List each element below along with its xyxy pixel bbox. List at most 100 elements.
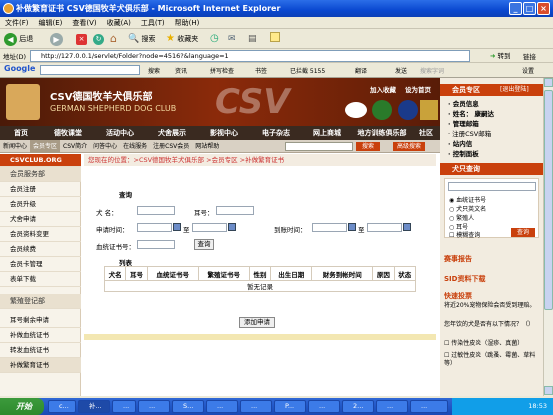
left-item-form-download[interactable]: 表单下载 — [0, 272, 81, 287]
ear-number-input[interactable] — [216, 206, 254, 215]
subnav-member[interactable]: 会员专区 — [30, 140, 61, 153]
go-button[interactable]: ➜ 转到 — [490, 50, 511, 60]
subnav-service[interactable]: 在线服务 — [120, 140, 150, 153]
nav-community[interactable]: 社区 — [412, 126, 440, 140]
subnav-about[interactable]: CSV简介 — [60, 140, 90, 153]
menu-tools[interactable]: 工具(T) — [136, 17, 170, 29]
pedigree-input[interactable] — [137, 240, 175, 249]
taskbar-item[interactable]: S... — [172, 400, 204, 413]
nav-activity[interactable]: 活动中心 — [94, 126, 146, 140]
kennel-name-input[interactable] — [137, 206, 175, 215]
arrive-time-end-input[interactable] — [367, 223, 402, 232]
taskbar-item[interactable]: P... — [274, 400, 306, 413]
calendar-icon[interactable] — [348, 223, 356, 231]
taskbar-item[interactable]: ... — [376, 400, 408, 413]
scroll-down-arrow-icon[interactable] — [544, 386, 553, 395]
subnav-news[interactable]: 新闻中心 — [0, 140, 30, 153]
radio-english-name[interactable]: ○ 犬只英文名 — [449, 204, 486, 213]
forward-button[interactable]: ▶ — [50, 32, 63, 46]
manage-mail-link[interactable]: · 管理邮箱 — [448, 118, 479, 128]
nav-class[interactable]: 德牧课堂 — [42, 126, 94, 140]
advanced-search-button[interactable]: 高级搜索 — [393, 142, 426, 151]
menu-edit[interactable]: 编辑(E) — [34, 17, 68, 29]
taskbar-item[interactable]: c... — [48, 400, 76, 413]
add-favorite-link[interactable]: 加入收藏 — [370, 84, 396, 94]
google-settings-button[interactable]: 设置 — [522, 66, 534, 75]
nav-magazine[interactable]: 电子杂志 — [250, 126, 302, 140]
left-item-upgrade[interactable]: 会员升级 — [0, 197, 81, 212]
taskbar-item[interactable]: ... — [240, 400, 272, 413]
maximize-button[interactable]: □ — [523, 2, 536, 15]
google-spellcheck-button[interactable]: 拼写检查 — [210, 66, 234, 75]
apply-time-start-input[interactable] — [137, 223, 172, 232]
minimize-button[interactable]: _ — [509, 2, 522, 15]
query-button[interactable]: 查询 — [194, 239, 214, 250]
taskbar-item[interactable]: 补... — [78, 400, 110, 413]
home-button[interactable]: ⌂ — [110, 32, 117, 46]
scroll-up-arrow-icon[interactable] — [544, 78, 553, 87]
taskbar-item[interactable]: 2... — [342, 400, 374, 413]
left-item-breeding-reissue[interactable]: 补做繁育证书 — [0, 358, 81, 373]
taskbar-item[interactable]: ... — [410, 400, 448, 413]
history-button[interactable]: ◷ — [210, 32, 219, 46]
calendar-icon[interactable] — [173, 223, 181, 231]
dog-search-input[interactable] — [448, 182, 536, 191]
menu-file[interactable]: 文件(F) — [0, 17, 34, 29]
apply-time-end-input[interactable] — [192, 223, 227, 232]
menu-help[interactable]: 帮助(H) — [170, 17, 205, 29]
nav-kennel[interactable]: 犬舍展示 — [146, 126, 198, 140]
register-mail-link[interactable]: · 注册CSV邮箱 — [448, 128, 491, 138]
add-application-button[interactable]: 添加申请 — [239, 317, 275, 328]
mail-button[interactable]: ✉ — [228, 32, 236, 46]
taskbar-item[interactable]: ... — [308, 400, 340, 413]
set-homepage-link[interactable]: 设为首页 — [405, 84, 431, 94]
subnav-help[interactable]: 网站帮助 — [192, 140, 222, 153]
poll-option-1[interactable]: ☐ 传染性皮炎（湿疹、真菌） — [444, 340, 539, 348]
start-button[interactable]: 开始 — [0, 398, 44, 415]
arrive-time-start-input[interactable] — [312, 223, 347, 232]
edit-button[interactable] — [270, 32, 280, 46]
google-translate-button[interactable]: 翻译 — [355, 66, 367, 75]
stop-button[interactable]: × — [76, 32, 87, 46]
fuzzy-checkbox[interactable]: ☐ 模糊查询 — [449, 230, 480, 239]
nav-home[interactable]: 首页 — [0, 126, 42, 140]
vertical-scrollbar[interactable] — [543, 78, 553, 396]
favorites-button[interactable]: ★ 收藏夹 — [166, 32, 198, 46]
taskbar-item[interactable]: ... — [206, 400, 238, 413]
menu-view[interactable]: 查看(V) — [67, 17, 101, 29]
site-search-input[interactable] — [285, 142, 353, 151]
radio-pedigree[interactable]: ◉ 血统证书号 — [449, 195, 486, 204]
dog-search-button[interactable]: 查询 — [511, 228, 535, 237]
print-button[interactable]: ▤ — [248, 32, 257, 46]
left-item-pedigree-reissue[interactable]: 补做血统证书 — [0, 328, 81, 343]
nav-shop[interactable]: 网上商城 — [302, 126, 352, 140]
subnav-register[interactable]: 注册CSV会员 — [150, 140, 192, 153]
links-label[interactable]: 链接 — [523, 51, 536, 61]
google-news-button[interactable]: 资讯 — [175, 66, 187, 75]
site-search-button[interactable]: 搜索 — [356, 142, 381, 151]
search-button[interactable]: 🔍 搜索 — [128, 32, 155, 46]
sid-download-header[interactable]: SID资料下载 — [444, 274, 485, 284]
google-search-input[interactable] — [40, 65, 140, 75]
calendar-icon[interactable] — [403, 223, 411, 231]
refresh-button[interactable]: ↻ — [93, 32, 104, 46]
google-search-button[interactable]: 搜索 — [148, 66, 160, 75]
taskbar-item[interactable]: ... — [138, 400, 170, 413]
left-item-card-manage[interactable]: 会员卡管理 — [0, 257, 81, 272]
google-send-button[interactable]: 发送 — [395, 66, 407, 75]
taskbar-item[interactable]: ... — [112, 400, 136, 413]
control-panel-link[interactable]: · 控制面板 — [448, 148, 479, 158]
menu-favorites[interactable]: 收藏(A) — [102, 17, 136, 29]
left-item-kennel-apply[interactable]: 犬舍申请 — [0, 212, 81, 227]
left-item-pedigree-transfer[interactable]: 转发血统证书 — [0, 343, 81, 358]
nav-local-club[interactable]: 地方训练俱乐部 — [352, 126, 412, 140]
left-item-renew[interactable]: 会员续费 — [0, 242, 81, 257]
close-button[interactable]: × — [537, 2, 550, 15]
back-button[interactable]: ◀ 后退 — [4, 32, 33, 46]
radio-breeder[interactable]: ○ 繁殖人 — [449, 213, 474, 222]
logout-link[interactable]: [退出登陆] — [500, 84, 529, 96]
poll-option-2[interactable]: ☐ 过敏性皮炎（跳蚤、霉菌、草料等） — [444, 352, 539, 368]
left-item-register[interactable]: 会员注册 — [0, 182, 81, 197]
popup-blocked-count[interactable]: 已拦截 5155 — [290, 66, 325, 75]
inbox-link[interactable]: · 站内信 — [448, 138, 472, 148]
